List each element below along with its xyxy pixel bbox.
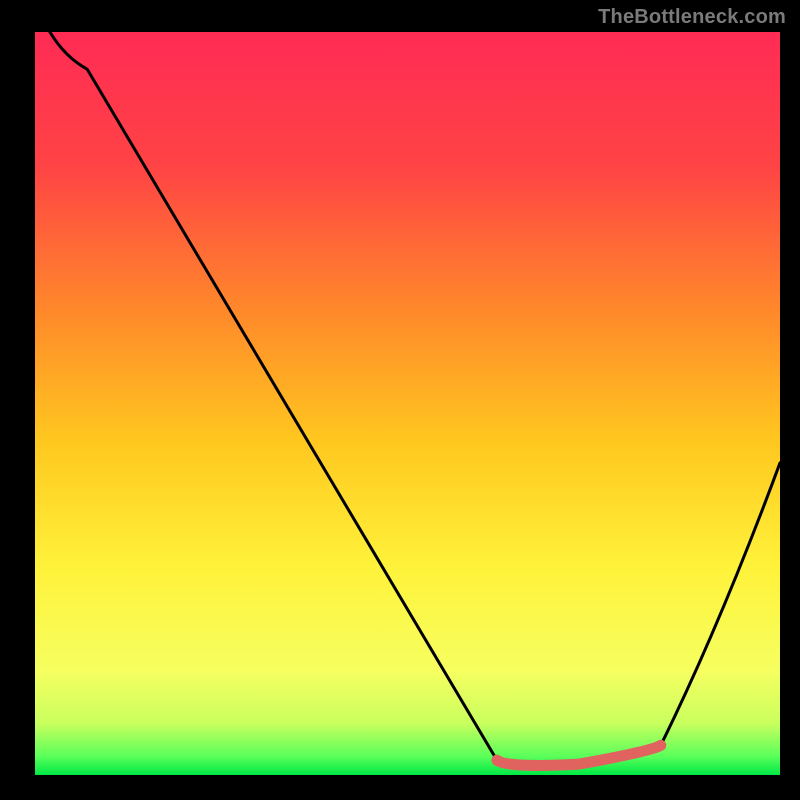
plot-area [35, 32, 780, 775]
bottleneck-chart [0, 0, 800, 800]
chart-frame: TheBottleneck.com [0, 0, 800, 800]
watermark-label: TheBottleneck.com [598, 6, 786, 29]
